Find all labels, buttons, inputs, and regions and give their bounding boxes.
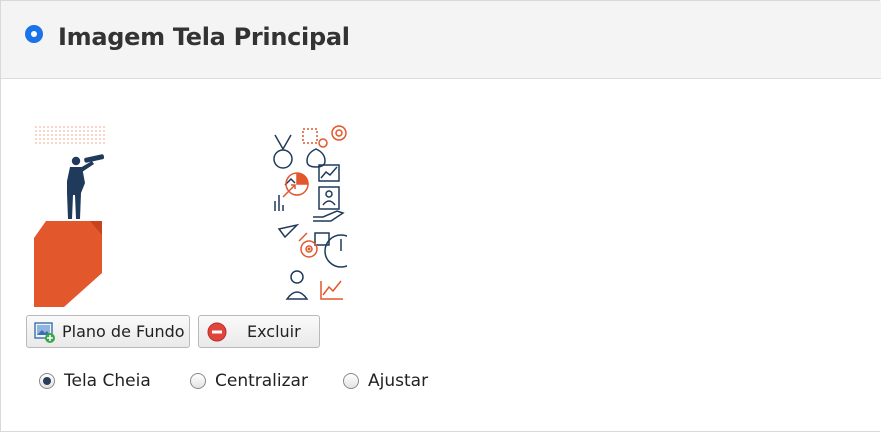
radio-option-ajustar[interactable]: Ajustar [343,369,428,393]
panel-title: Imagem Tela Principal [58,23,350,51]
dot-pattern [35,126,105,144]
delete-icon [207,322,227,342]
delete-button-label: Excluir [247,322,301,341]
radio-option-centralizar[interactable]: Centralizar [190,369,308,393]
background-image-thumbnail-2[interactable] [271,121,347,306]
delete-button[interactable]: Excluir [198,315,320,348]
background-button[interactable]: Plano de Fundo [26,315,190,348]
radio-label: Ajustar [368,371,429,391]
radio-button[interactable] [39,373,55,389]
panel-select-radio[interactable] [25,25,43,43]
radio-label: Tela Cheia [64,371,151,391]
radio-option-tela-cheia[interactable]: Tela Cheia [39,369,151,393]
man-with-telescope-icon [67,154,105,219]
panel-header: Imagem Tela Principal [1,1,881,79]
radio-label: Centralizar [215,371,308,391]
background-image-thumbnail[interactable] [34,123,109,308]
image-panel: Imagem Tela Principal Plano de Fundo Exc… [0,0,881,432]
image-add-icon [34,322,55,343]
background-button-label: Plano de Fundo [62,322,185,341]
business-icons-collage [273,134,347,300]
radio-button[interactable] [343,373,359,389]
radio-button[interactable] [190,373,206,389]
orange-arrow-shape [34,221,102,307]
